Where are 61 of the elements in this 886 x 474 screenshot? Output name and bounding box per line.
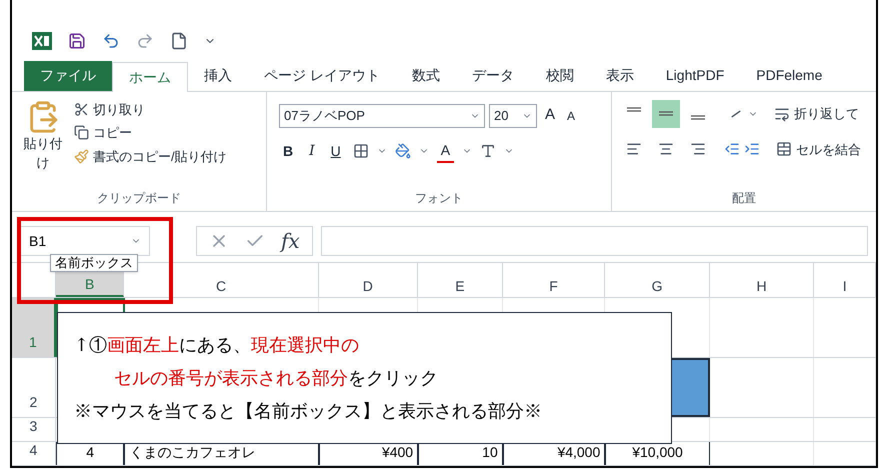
callout-text: ※マウスを当てると【名前ボックス】と表示される部分※ bbox=[74, 400, 543, 424]
column-header[interactable]: H bbox=[710, 263, 814, 297]
row-header[interactable]: 2 bbox=[12, 358, 56, 417]
clipboard-item[interactable]: 切り取り bbox=[74, 100, 227, 120]
ribbon-tab[interactable]: LightPDF bbox=[650, 60, 740, 91]
wrap-text-button[interactable]: 折り返して bbox=[774, 104, 859, 124]
ribbon-tab[interactable]: 数式 bbox=[396, 60, 456, 91]
font-color-button[interactable]: A bbox=[436, 140, 454, 163]
scissors-icon bbox=[74, 102, 89, 117]
row-header[interactable]: 4 bbox=[12, 442, 56, 465]
vertical-align-button[interactable] bbox=[652, 100, 680, 128]
borders-icon[interactable] bbox=[352, 143, 369, 160]
style-button[interactable]: U bbox=[326, 140, 345, 162]
font-name-field[interactable]: 07ラノベPOP bbox=[279, 104, 485, 128]
ribbon-tab[interactable]: 校閲 bbox=[530, 60, 590, 91]
redo-icon[interactable] bbox=[136, 32, 154, 50]
column-header[interactable]: E bbox=[418, 263, 503, 297]
formula-input-field[interactable] bbox=[320, 226, 868, 256]
ribbon-tab[interactable]: PDFeleme bbox=[740, 60, 838, 91]
clipboard-item[interactable]: コピー bbox=[74, 123, 227, 143]
save-icon[interactable] bbox=[68, 32, 86, 50]
ribbon-tab[interactable]: ホーム bbox=[112, 62, 188, 92]
indent-increase-icon[interactable] bbox=[744, 141, 760, 158]
ribbon-tab[interactable]: 挿入 bbox=[188, 60, 248, 91]
callout-text: セルの番号が表示される部分をクリック bbox=[113, 366, 439, 390]
style-button[interactable]: B bbox=[279, 140, 298, 162]
group-label: 配置 bbox=[732, 190, 756, 207]
grow-font-button[interactable]: A bbox=[541, 104, 560, 127]
style-button[interactable]: I bbox=[305, 140, 319, 162]
align-lines-icon bbox=[659, 111, 673, 116]
indent-decrease-icon[interactable] bbox=[724, 141, 740, 158]
excel-logo-icon[interactable] bbox=[32, 32, 52, 50]
column-header[interactable]: G bbox=[605, 263, 710, 297]
new-file-icon[interactable] bbox=[170, 32, 188, 50]
column-header[interactable]: I bbox=[814, 263, 876, 297]
font-size-field[interactable]: 20 bbox=[489, 104, 537, 128]
group-label: クリップボード bbox=[97, 190, 181, 207]
copy-icon bbox=[74, 125, 89, 140]
insert-function-button[interactable]: fx bbox=[281, 226, 300, 256]
group-label: フォント bbox=[415, 190, 463, 207]
paintbrush-icon bbox=[74, 148, 89, 164]
wrap-text-icon bbox=[774, 106, 790, 122]
callout-text: ↑①画面左上にある、現在選択中の bbox=[74, 334, 360, 358]
merge-button[interactable]: セルを結合 bbox=[776, 140, 861, 160]
paste-button[interactable]: 貼り付け bbox=[20, 100, 66, 189]
row-header[interactable]: 1 bbox=[12, 298, 56, 357]
ribbon-tab[interactable]: ページ レイアウト bbox=[248, 60, 396, 91]
align-lines-icon bbox=[627, 107, 641, 112]
clipboard-item[interactable]: 書式のコピー/貼り付け bbox=[74, 146, 227, 166]
ribbon-tab[interactable]: 表示 bbox=[590, 60, 650, 91]
row-header[interactable]: 3 bbox=[12, 418, 56, 441]
undo-icon[interactable] bbox=[102, 32, 120, 50]
paint-bucket-icon[interactable] bbox=[394, 143, 411, 160]
ribbon-tab[interactable]: ファイル bbox=[24, 60, 112, 91]
column-header[interactable]: F bbox=[502, 263, 606, 297]
ribbon-tab[interactable]: データ bbox=[456, 60, 530, 91]
align-lines-icon bbox=[691, 114, 705, 120]
shrink-font-button[interactable]: A bbox=[563, 106, 580, 125]
column-header[interactable]: D bbox=[318, 263, 418, 297]
tooltip: 名前ボックス bbox=[50, 254, 138, 272]
merge-icon bbox=[776, 141, 792, 158]
